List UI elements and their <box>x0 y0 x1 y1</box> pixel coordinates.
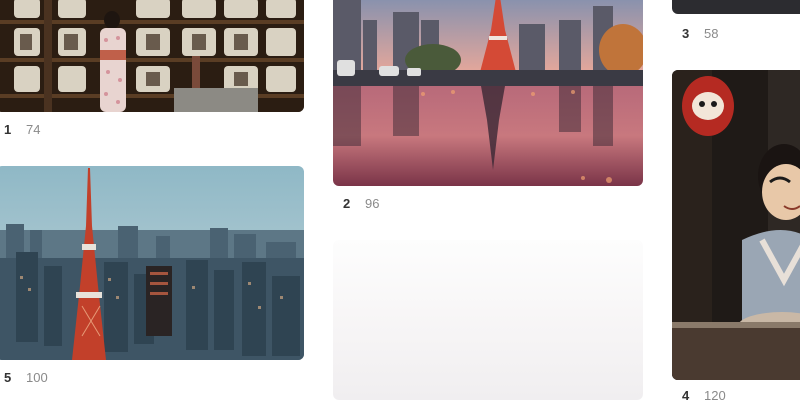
photo-5-caption: 5 100 <box>4 370 48 385</box>
gallery-photo-3[interactable] <box>672 0 800 14</box>
gallery-photo-2[interactable] <box>333 0 643 186</box>
photo-count: 100 <box>26 370 48 385</box>
photo-3-caption: 3 58 <box>682 26 718 41</box>
photo-2-image <box>333 0 643 186</box>
photo-count: 58 <box>704 26 719 41</box>
photo-count: 74 <box>26 122 41 137</box>
photo-4-image <box>672 70 800 380</box>
photo-count: 96 <box>365 196 380 211</box>
gallery-photo-4[interactable] <box>672 70 800 380</box>
photo-index: 2 <box>343 196 351 211</box>
gallery-photo-6-placeholder[interactable] <box>333 240 643 400</box>
gallery-photo-1[interactable] <box>0 0 304 112</box>
photo-count: 120 <box>704 388 726 400</box>
photo-index: 4 <box>682 388 690 400</box>
photo-5-image <box>0 166 304 360</box>
gallery-photo-5[interactable] <box>0 166 304 360</box>
photo-1-image <box>0 0 304 112</box>
photo-index: 5 <box>4 370 12 385</box>
photo-1-caption: 1 74 <box>4 122 40 137</box>
photo-4-caption: 4 120 <box>682 388 726 400</box>
gallery-page: 1 74 5 100 2 96 3 58 4 120 <box>0 0 800 400</box>
photo-index: 1 <box>4 122 12 137</box>
photo-index: 3 <box>682 26 690 41</box>
photo-2-caption: 2 96 <box>343 196 379 211</box>
